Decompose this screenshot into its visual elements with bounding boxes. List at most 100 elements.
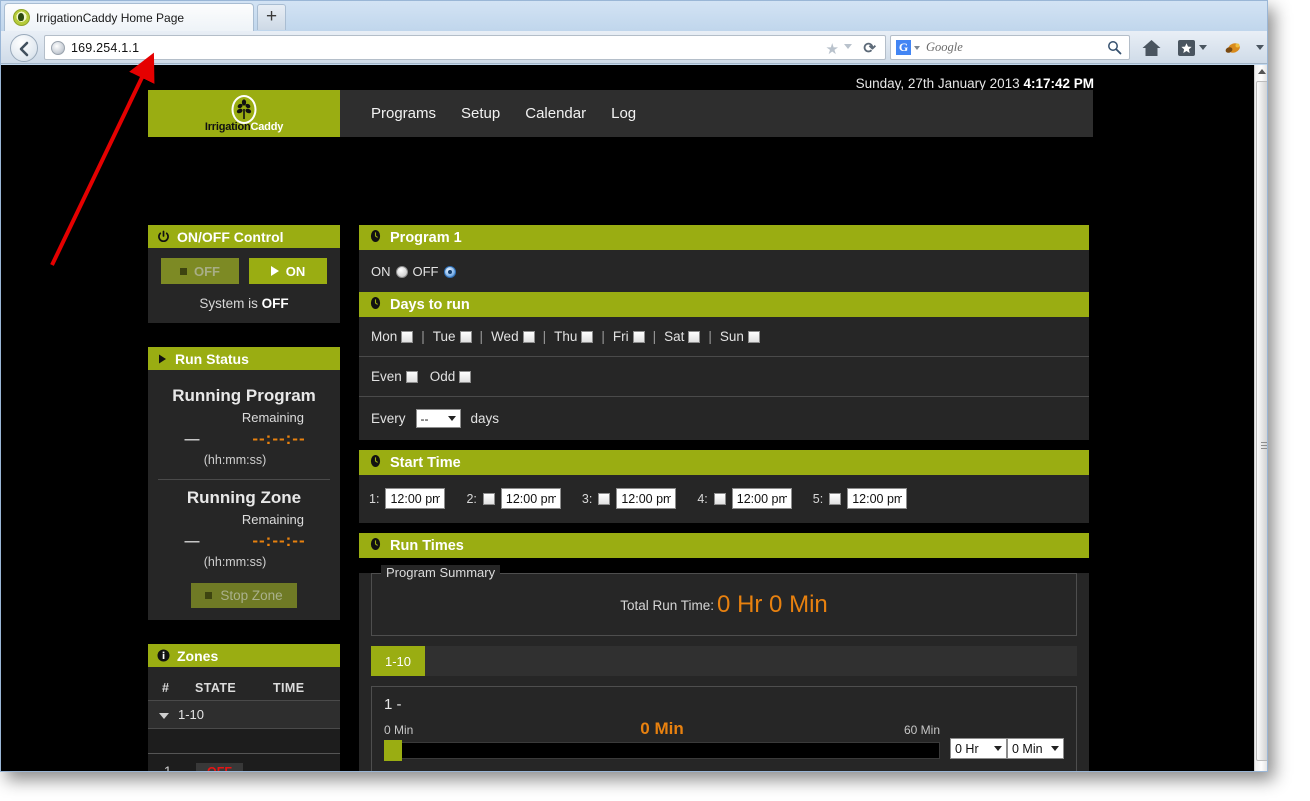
starttime-input-1[interactable] [385, 488, 446, 509]
program-off-radio[interactable] [443, 265, 456, 278]
url-bar[interactable]: 169.254.1.1 ★ ⟳ [44, 35, 886, 60]
starttime-row: 1: 2: 3: 4: [359, 475, 1089, 523]
running-zone-clock: --:--:-- [252, 531, 306, 550]
reload-icon[interactable]: ⟳ [863, 39, 876, 57]
day-checkbox-wed[interactable] [522, 330, 535, 343]
day-label-wed: Wed [491, 329, 519, 344]
favicon-icon [13, 9, 30, 26]
stop-zone-wrap: Stop Zone [148, 583, 340, 608]
logo-text-a: Irrigation [204, 121, 251, 133]
day-checkbox-sat[interactable] [688, 330, 701, 343]
starttime-title: Start Time [390, 454, 461, 471]
program-summary-legend: Program Summary [381, 565, 501, 580]
every-days-value: -- [420, 411, 429, 426]
program-on-radio[interactable] [395, 265, 408, 278]
nav-item-programs[interactable]: Programs [371, 105, 436, 122]
chevron-down-icon[interactable] [914, 45, 920, 50]
starttime-input-3[interactable] [616, 488, 677, 509]
play-icon [157, 353, 168, 365]
chevron-down-icon[interactable] [1199, 45, 1207, 50]
bookmark-star-icon[interactable]: ★ [826, 40, 839, 58]
onoff-panel-title-text: ON/OFF Control [177, 228, 284, 245]
even-checkbox[interactable] [405, 370, 418, 383]
menu-caret-icon[interactable] [1256, 45, 1264, 50]
chevron-down-icon[interactable] [844, 44, 852, 49]
every-days-select[interactable]: -- [415, 409, 461, 428]
days-title: Days to run [390, 296, 470, 313]
bookmarks-button[interactable] [1177, 35, 1207, 60]
on-button[interactable]: ON [249, 258, 327, 284]
slider-track[interactable] [384, 742, 940, 759]
onoff-panel-title: ON/OFF Control [148, 225, 340, 248]
table-row[interactable]: 1 OFF [148, 753, 340, 771]
hour-select[interactable]: 0 Hr [950, 738, 1007, 759]
vertical-scrollbar[interactable] [1254, 65, 1267, 771]
zones-group-row[interactable]: 1-10 [148, 700, 340, 729]
day-label-thu: Thu [554, 329, 578, 344]
day-checkbox-sun[interactable] [747, 330, 760, 343]
starttime-checkbox-2[interactable] [482, 492, 495, 505]
starttime-checkbox-5[interactable] [829, 492, 842, 505]
browser-tab[interactable]: IrrigationCaddy Home Page [4, 3, 254, 31]
day-checkbox-thu[interactable] [581, 330, 594, 343]
back-button[interactable] [10, 34, 38, 62]
stop-square-icon [180, 267, 187, 275]
zone-group-tab[interactable]: 1-10 [371, 646, 426, 676]
nav-item-log[interactable]: Log [611, 105, 636, 122]
running-zone-dash: — [184, 532, 200, 550]
system-status-value: OFF [261, 296, 289, 311]
on-button-label: ON [285, 263, 306, 279]
off-button[interactable]: OFF [161, 258, 239, 284]
content-viewport: Sunday, 27th January 2013 4:17:42 PM Irr… [1, 65, 1254, 771]
starttime-index-3: 3: [581, 491, 593, 506]
day-checkbox-mon[interactable] [401, 330, 414, 343]
datetime-display: Sunday, 27th January 2013 4:17:42 PM [856, 76, 1094, 91]
running-zone-heading: Running Zone [186, 488, 302, 507]
starttime-input-5[interactable] [847, 488, 908, 509]
starttime-checkbox-3[interactable] [598, 492, 611, 505]
search-icon[interactable] [1107, 40, 1122, 60]
site-header: IrrigationCaddy Programs Setup Calendar … [148, 90, 1093, 137]
stop-zone-button[interactable]: Stop Zone [191, 583, 297, 608]
zones-top-pad [148, 667, 340, 677]
starttime-checkbox-4[interactable] [713, 492, 726, 505]
addon-button[interactable] [1223, 35, 1243, 60]
site-logo[interactable]: IrrigationCaddy [148, 90, 340, 137]
search-bar[interactable]: G Google [890, 35, 1130, 60]
runtime-slider[interactable]: 0 Min 0 Min 60 Min [384, 719, 940, 763]
clock-icon [369, 454, 382, 472]
hour-select-value: 0 Hr [955, 741, 979, 756]
scroll-up-arrow-icon[interactable] [1258, 69, 1266, 74]
scrollbar-thumb[interactable] [1256, 81, 1267, 761]
run-status-panel-body: Running Program Remaining — --:--:-- (hh… [148, 370, 340, 620]
logo-wordmark: IrrigationCaddy [148, 121, 340, 133]
chevron-down-icon [159, 712, 169, 719]
day-checkbox-tue[interactable] [459, 330, 472, 343]
scrollbar-grip-icon [1261, 442, 1267, 449]
stop-zone-label: Stop Zone [220, 588, 283, 603]
new-tab-button[interactable]: + [257, 4, 286, 30]
zones-panel-title-text: Zones [177, 647, 219, 664]
runtimes-body: Program Summary Total Run Time: 0 Hr 0 Mi… [359, 565, 1089, 771]
separator: | [421, 329, 425, 344]
nav-item-calendar[interactable]: Calendar [525, 105, 586, 122]
nav-item-setup[interactable]: Setup [461, 105, 500, 122]
program-title: Program 1 [390, 229, 462, 246]
toolbar-menu-button[interactable] [1253, 35, 1264, 60]
odd-checkbox[interactable] [459, 370, 472, 383]
search-input[interactable]: Google [926, 40, 963, 55]
slider-handle[interactable] [384, 740, 402, 761]
minute-select[interactable]: 0 Min [1007, 738, 1064, 759]
run-status-panel-title-text: Run Status [175, 350, 249, 367]
logo-text-b: Caddy [250, 121, 284, 133]
starttime-input-2[interactable] [500, 488, 561, 509]
running-zone-unit: (hh:mm:ss) [203, 555, 267, 569]
even-label: Even [371, 369, 402, 384]
main-nav: Programs Setup Calendar Log [340, 90, 636, 137]
starttime-input-4[interactable] [731, 488, 792, 509]
home-button[interactable] [1141, 35, 1162, 60]
running-program-clock: --:--:-- [252, 429, 306, 448]
day-checkbox-fri[interactable] [632, 330, 645, 343]
every-suffix: days [470, 411, 500, 426]
zones-spacer-row [148, 728, 340, 754]
